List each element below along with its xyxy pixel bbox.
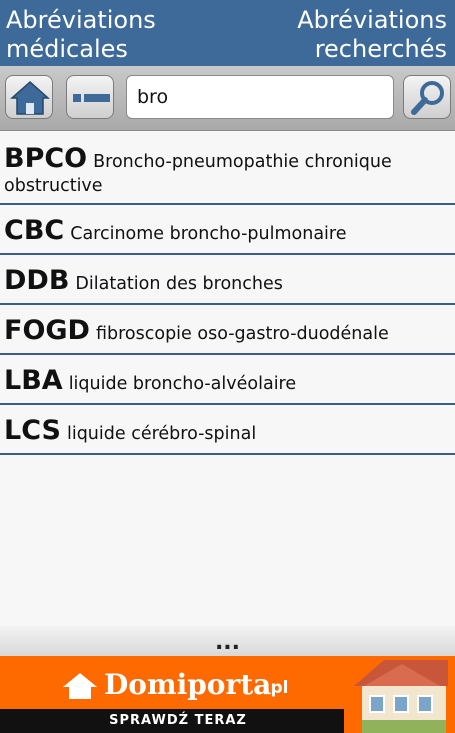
abbreviation: CBC <box>4 215 65 246</box>
minus-icon <box>73 94 110 102</box>
app-title: Abréviations médicales <box>6 6 156 64</box>
app-header: Abréviations médicales Abréviations rech… <box>0 0 455 66</box>
list-item[interactable]: DDB Dilatation des bronches <box>0 255 455 305</box>
house-illustration-icon <box>344 656 455 733</box>
list-item[interactable]: FOGD fibroscopie oso-gastro-duodénale <box>0 305 455 355</box>
definition: liquide cérébro-spinal <box>66 424 257 444</box>
screen-title-line1: Abréviations <box>297 6 447 34</box>
list-item[interactable]: LCS liquide cérébro-spinal <box>0 405 455 455</box>
abbreviation: FOGD <box>4 315 90 346</box>
abbreviation: LBA <box>4 365 63 396</box>
abbreviation: DDB <box>4 265 70 296</box>
abbreviation: LCS <box>4 415 61 446</box>
search-input[interactable] <box>126 75 394 119</box>
definition: Carcinome broncho-pulmonaire <box>70 224 347 244</box>
ad-cta-button[interactable]: SPRAWDŹ TERAZ <box>0 709 356 733</box>
abbreviation: BPCO <box>4 143 88 174</box>
screen-title: Abréviations recherchés <box>297 6 447 64</box>
list-item[interactable]: BPCO Broncho-pneumopathie chronique obstr… <box>0 131 455 205</box>
search-button[interactable] <box>403 75 451 119</box>
magnifier-icon <box>411 81 444 115</box>
app-title-line1: Abréviations <box>6 6 156 34</box>
list-item[interactable]: LBA liquide broncho-alvéolaire <box>0 355 455 405</box>
ad-banner[interactable]: Domiporta .pl SPRAWDŹ TERAZ <box>0 656 455 733</box>
definition: liquide broncho-alvéolaire <box>68 374 297 394</box>
house-logo-icon <box>63 673 97 699</box>
home-icon <box>10 80 50 115</box>
app-title-line2: médicales <box>6 35 128 63</box>
more-bar[interactable]: ... <box>0 626 455 656</box>
collapse-button[interactable] <box>66 75 114 119</box>
results-list: BPCO Broncho-pneumopathie chronique obstr… <box>0 131 455 455</box>
definition: fibroscopie oso-gastro-duodénale <box>95 324 389 344</box>
list-item[interactable]: CBC Carcinome broncho-pulmonaire <box>0 205 455 255</box>
screen-title-line2: recherchés <box>314 35 447 63</box>
more-indicator: ... <box>214 630 241 655</box>
toolbar <box>0 66 455 131</box>
home-button[interactable] <box>5 75 53 119</box>
definition: Dilatation des bronches <box>75 274 283 294</box>
ad-brand-suffix: .pl <box>264 678 289 698</box>
ad-brand: Domiporta <box>104 668 272 701</box>
